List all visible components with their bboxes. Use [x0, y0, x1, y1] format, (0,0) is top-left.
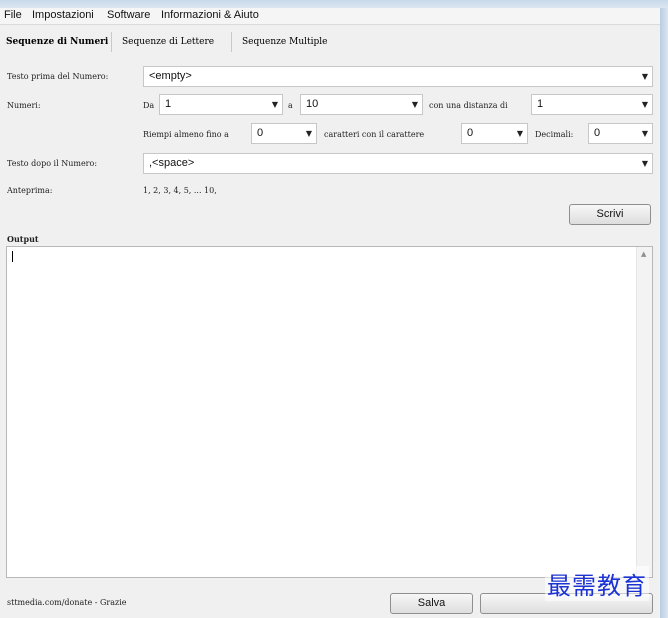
tab-sequenze-numeri[interactable]: Sequenze di Numeri [6, 37, 108, 47]
output-scrollbar[interactable]: ▲ [636, 247, 652, 577]
chevron-down-icon: ▼ [271, 100, 278, 109]
menu-impostazioni[interactable]: Impostazioni [32, 9, 94, 21]
chevron-down-icon: ▼ [641, 129, 648, 138]
tab-sequenze-lettere[interactable]: Sequenze di Lettere [122, 37, 214, 47]
riempi-combo[interactable]: 0 ▼ [251, 123, 317, 144]
label-testo-prima: Testo prima del Numero: [7, 72, 109, 81]
output-textarea[interactable]: ▲ [6, 246, 653, 578]
tab-bar: Sequenze di Numeri Sequenze di Lettere S… [0, 28, 660, 56]
tab-sequenze-multiple[interactable]: Sequenze Multiple [242, 37, 327, 47]
app-window: File Impostazioni Software Informazioni … [0, 8, 660, 618]
label-da: Da [143, 101, 155, 110]
label-anteprima: Anteprima: [7, 186, 53, 195]
testo-dopo-value: ,<space> [149, 157, 195, 169]
label-testo-dopo: Testo dopo il Numero: [7, 159, 98, 168]
menubar: File Impostazioni Software Informazioni … [0, 8, 660, 25]
menu-file[interactable]: File [4, 9, 22, 21]
a-value: 10 [306, 98, 319, 110]
window-frame-right [660, 8, 668, 618]
label-riempi: Riempi almeno fino a [143, 130, 229, 139]
da-value: 1 [165, 98, 172, 110]
riempi-value: 0 [257, 127, 264, 139]
watermark-text: 最需教育 [545, 566, 649, 601]
tab-divider [111, 32, 112, 52]
testo-dopo-combo[interactable]: ,<space> ▼ [143, 153, 653, 174]
carattere-combo[interactable]: 0 ▼ [461, 123, 528, 144]
carattere-value: 0 [467, 127, 474, 139]
decimali-combo[interactable]: 0 ▼ [588, 123, 653, 144]
label-caratteri: caratteri con il carattere [324, 130, 425, 139]
chevron-down-icon: ▼ [641, 159, 648, 168]
label-decimali: Decimali: [535, 130, 574, 139]
chevron-down-icon: ▼ [641, 72, 648, 81]
label-numeri: Numeri: [7, 101, 41, 110]
footer-donate-text: sttmedia.com/donate - Grazie [7, 598, 127, 607]
tab-divider [231, 32, 232, 52]
testo-prima-combo[interactable]: <empty> ▼ [143, 66, 653, 87]
distanza-value: 1 [537, 98, 544, 110]
chevron-down-icon: ▼ [516, 129, 523, 138]
text-caret [12, 251, 13, 262]
chevron-down-icon: ▼ [411, 100, 418, 109]
menu-informazioni-aiuto[interactable]: Informazioni & Aiuto [161, 9, 259, 21]
testo-prima-value: <empty> [149, 70, 192, 82]
salva-button[interactable]: Salva [390, 593, 473, 614]
anteprima-value: 1, 2, 3, 4, 5, ... 10, [143, 186, 217, 195]
scroll-up-arrow-icon[interactable]: ▲ [641, 250, 646, 258]
a-combo[interactable]: 10 ▼ [300, 94, 423, 115]
label-a: a [288, 101, 293, 110]
chevron-down-icon: ▼ [641, 100, 648, 109]
scrivi-button[interactable]: Scrivi [569, 204, 651, 225]
da-combo[interactable]: 1 ▼ [159, 94, 283, 115]
output-label: Output [7, 234, 39, 244]
decimali-value: 0 [594, 127, 601, 139]
label-distanza: con una distanza di [429, 101, 508, 110]
menu-software[interactable]: Software [107, 9, 150, 21]
distanza-combo[interactable]: 1 ▼ [531, 94, 653, 115]
window-title-strip [0, 0, 668, 8]
chevron-down-icon: ▼ [305, 129, 312, 138]
